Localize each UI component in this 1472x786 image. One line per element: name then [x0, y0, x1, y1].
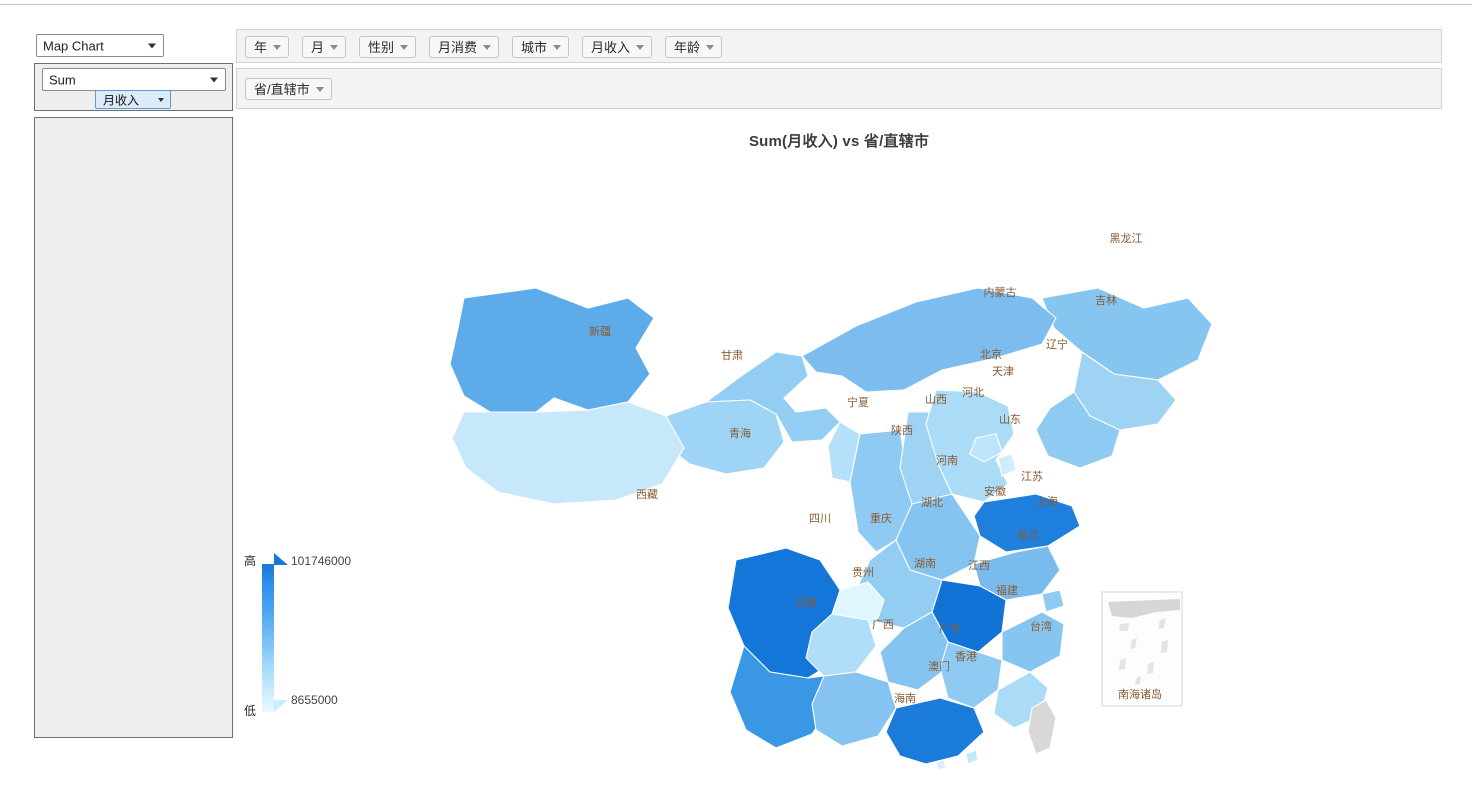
legend-low-label: 低	[244, 704, 257, 718]
map-region-label-台湾: 台湾	[1030, 619, 1052, 633]
legend-min-value: 8655000	[291, 693, 338, 707]
map-region-label-浙江: 浙江	[1017, 529, 1039, 542]
filter-chip-年[interactable]: 年	[245, 36, 290, 58]
measure-field-pill[interactable]: 月收入	[95, 90, 171, 109]
map-region-label-江西: 江西	[968, 559, 990, 572]
inset-label: 南海诸岛	[1118, 687, 1162, 701]
map-region-label-四川: 四川	[809, 513, 831, 525]
map-region-label-江苏: 江苏	[1021, 470, 1043, 483]
chart-canvas: Sum(月收入) vs 省/直辖市 黑龙江: 38000000吉林: 30000…	[236, 112, 1442, 772]
filter-chip-月[interactable]: 月	[302, 36, 347, 58]
map-region-label-安徽: 安徽	[984, 484, 1006, 498]
map-region-label-重庆: 重庆	[870, 511, 892, 525]
chevron-down-icon	[553, 44, 562, 50]
chevron-down-icon	[158, 97, 164, 102]
map-region-label-云南: 云南	[795, 596, 817, 609]
map-region-label-广西: 广西	[872, 618, 894, 631]
filter-chip-label: 性别	[368, 39, 395, 55]
chevron-down-icon	[148, 43, 156, 48]
map-region-黑龙江[interactable]: 黑龙江: 38000000	[1041, 287, 1213, 381]
map-region-label-陕西: 陕西	[891, 423, 913, 437]
chart-type-control[interactable]: Map Chart	[36, 34, 164, 62]
map-region-内蒙古[interactable]: 内蒙古: 42000000	[801, 287, 1057, 393]
filter-chip-label: 月	[311, 39, 325, 55]
color-legend: 高 低 101746000 8655000	[244, 550, 354, 722]
map-region-label-香港: 香港	[955, 650, 977, 663]
chart-type-value: Map Chart	[43, 38, 104, 53]
legend-max-pointer-icon	[274, 553, 288, 565]
china-choropleth-map[interactable]: 黑龙江: 38000000吉林: 30000000辽宁: 36000000内蒙古…	[236, 112, 1442, 772]
map-region-香港[interactable]: 香港: 18000000	[965, 749, 979, 765]
legend-color-bar	[262, 564, 274, 712]
chevron-down-icon	[330, 44, 339, 50]
map-region-新疆[interactable]: 新疆: 50000000	[449, 287, 655, 413]
map-region-label-澳门: 澳门	[928, 659, 950, 673]
map-region-上海[interactable]: 上海: 36000000	[1041, 589, 1065, 613]
filter-chip-月收入[interactable]: 月收入	[582, 36, 653, 58]
filter-chip-年龄[interactable]: 年龄	[665, 36, 723, 58]
map-region-label-贵州: 贵州	[852, 566, 874, 579]
map-region-label-福建: 福建	[996, 583, 1018, 597]
top-divider	[0, 4, 1472, 5]
filter-chip-label: 月收入	[591, 39, 631, 55]
chevron-down-icon	[273, 44, 282, 50]
map-region-label-吉林: 吉林	[1095, 293, 1117, 307]
aggregation-panel: Sum 月收入	[34, 63, 233, 111]
map-region-台湾[interactable]: 台湾	[1027, 699, 1057, 755]
map-region-label-上海: 上海	[1036, 494, 1058, 508]
legend-min-pointer-icon	[274, 700, 288, 712]
map-region-label-新疆: 新疆	[589, 324, 611, 338]
map-region-label-山东: 山东	[999, 413, 1021, 426]
filter-chip-省/直辖市[interactable]: 省/直辖市	[245, 78, 332, 100]
map-region-label-辽宁: 辽宁	[1046, 337, 1068, 351]
application-root: Map Chart Sum 月收入 年月性别 月消费 城市 月收入 年龄 省/直辖市 S…	[0, 0, 1472, 786]
filter-chip-label: 城市	[521, 39, 548, 55]
filter-chip-月消费[interactable]: 月消费	[429, 36, 500, 58]
map-region-label-青海: 青海	[729, 426, 751, 440]
measure-field-label: 月收入	[103, 93, 140, 107]
map-region-广西[interactable]: 广西: 40000000	[811, 671, 897, 747]
filter-chip-label: 年龄	[674, 39, 701, 55]
map-region-shapes[interactable]: 黑龙江: 38000000吉林: 30000000辽宁: 36000000内蒙古…	[449, 287, 1213, 772]
filter-toolbar-row-1: 年 月 性别 月消费 城市 月收入 年龄	[236, 29, 1442, 63]
map-region-label-西藏: 西藏	[636, 488, 658, 501]
chart-type-select[interactable]: Map Chart	[36, 34, 164, 57]
filter-chip-性别[interactable]: 性别	[359, 36, 417, 58]
aggregation-function-value: Sum	[49, 72, 76, 87]
chevron-down-icon	[483, 44, 492, 50]
map-region-label-广东: 广东	[939, 622, 961, 635]
chevron-down-icon	[400, 44, 409, 50]
map-region-label-山西: 山西	[925, 393, 947, 406]
chevron-down-icon	[210, 77, 218, 82]
filter-chip-城市[interactable]: 城市	[512, 36, 570, 58]
legend-high-label: 高	[244, 554, 257, 568]
map-region-山东[interactable]: 山东: 92000000	[973, 493, 1081, 553]
map-region-label-内蒙古: 内蒙古	[984, 285, 1017, 299]
filter-chip-label: 省/直辖市	[254, 81, 310, 97]
map-region-label-海南: 海南	[894, 691, 916, 705]
map-region-label-湖北: 湖北	[921, 496, 943, 509]
map-region-label-河南: 河南	[936, 454, 958, 467]
chevron-down-icon	[706, 44, 715, 50]
chevron-down-icon	[315, 86, 324, 92]
map-region-label-河北: 河北	[962, 386, 984, 399]
legend-max-value: 101746000	[291, 554, 352, 568]
aggregation-function-select[interactable]: Sum	[42, 68, 226, 91]
field-shelf-panel[interactable]	[34, 117, 233, 738]
map-region-label-甘肃: 甘肃	[721, 349, 743, 362]
map-region-label-黑龙江: 黑龙江	[1110, 232, 1143, 245]
filter-chip-label: 月消费	[438, 39, 478, 55]
map-region-label-湖南: 湖南	[914, 557, 936, 570]
map-region-澳门[interactable]: 澳门: 12000000	[935, 759, 947, 771]
map-region-label-天津: 天津	[992, 365, 1014, 378]
map-region-label-宁夏: 宁夏	[847, 395, 869, 409]
filter-chip-label: 年	[254, 39, 268, 55]
map-region-label-北京: 北京	[980, 347, 1002, 361]
map-region-青海[interactable]: 青海: 30000000	[665, 399, 785, 475]
chevron-down-icon	[636, 44, 645, 50]
filter-toolbar-row-2: 省/直辖市	[236, 68, 1442, 109]
